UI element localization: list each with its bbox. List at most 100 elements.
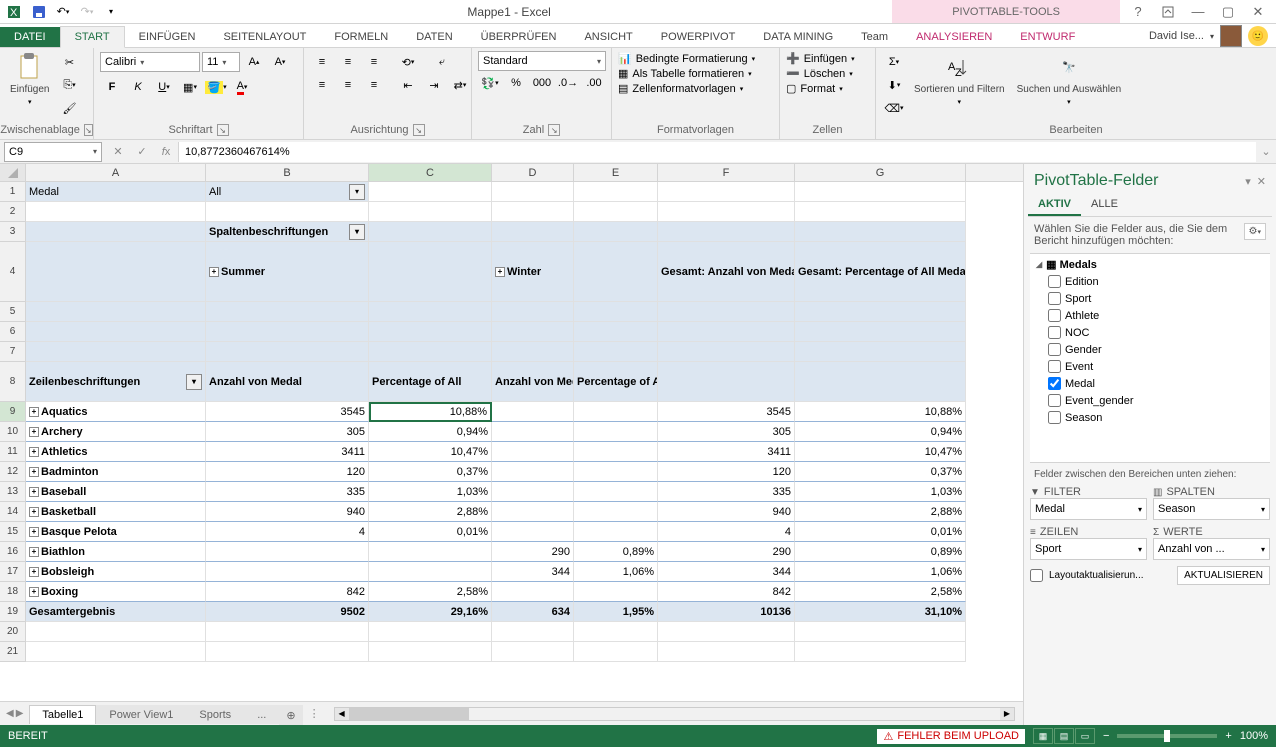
expand-icon[interactable]: +: [29, 427, 39, 437]
cut-icon[interactable]: ✂: [57, 51, 81, 73]
row-header[interactable]: 21: [0, 642, 26, 662]
excel-icon[interactable]: X: [4, 2, 26, 22]
sheet-tab-active[interactable]: Tabelle1: [29, 705, 96, 724]
align-left-icon[interactable]: ≡: [310, 74, 334, 96]
scroll-left-icon[interactable]: ◀: [335, 708, 349, 720]
accept-formula-icon[interactable]: ✓: [130, 142, 154, 162]
delete-cells-button[interactable]: ➖Löschen▾: [786, 66, 853, 81]
align-top-icon[interactable]: ≡: [310, 51, 334, 73]
area-values-box[interactable]: Anzahl von ...▾: [1153, 538, 1270, 560]
expand-icon[interactable]: +: [29, 527, 39, 537]
field-checkbox[interactable]: [1048, 275, 1061, 288]
row-header[interactable]: 17: [0, 562, 26, 582]
zoom-level[interactable]: 100%: [1240, 730, 1268, 742]
row-header[interactable]: 1: [0, 182, 26, 202]
currency-icon[interactable]: 💱▾: [478, 72, 502, 94]
sheet-tab[interactable]: Power View1: [96, 705, 186, 724]
column-header[interactable]: G: [795, 164, 966, 181]
zoom-out-icon[interactable]: −: [1103, 730, 1109, 742]
grid-body[interactable]: 1MedalAll▾23Spaltenbeschriftungen▾4+Summ…: [0, 182, 1023, 701]
pivot-row-label[interactable]: +Boxing: [26, 582, 206, 602]
view-pagelayout-icon[interactable]: ▤: [1054, 728, 1074, 744]
thousands-icon[interactable]: 000: [530, 72, 554, 94]
row-header[interactable]: 6: [0, 322, 26, 342]
fp-layout-gear-icon[interactable]: ⚙▾: [1244, 223, 1266, 240]
filter-icon[interactable]: ▾: [186, 374, 202, 390]
maximize-icon[interactable]: ▢: [1218, 2, 1238, 22]
row-header[interactable]: 19: [0, 602, 26, 622]
help-icon[interactable]: ?: [1128, 2, 1148, 22]
expand-icon[interactable]: +: [29, 447, 39, 457]
name-box[interactable]: C9▾: [4, 142, 102, 162]
field-item[interactable]: Medal: [1030, 375, 1270, 392]
dec-decimal-icon[interactable]: .00: [582, 72, 606, 94]
column-header[interactable]: C: [369, 164, 492, 181]
close-icon[interactable]: ✕: [1248, 2, 1268, 22]
horizontal-scrollbar[interactable]: ◀ ▶: [334, 707, 1015, 721]
avatar[interactable]: [1220, 25, 1242, 47]
row-header[interactable]: 20: [0, 622, 26, 642]
wrap-text-icon[interactable]: ⤶: [430, 51, 454, 73]
field-item[interactable]: Athlete: [1030, 307, 1270, 324]
ribbon-collapse-icon[interactable]: [1158, 2, 1178, 22]
expand-icon[interactable]: +: [29, 487, 39, 497]
row-header[interactable]: 8: [0, 362, 26, 402]
tab-seitenlayout[interactable]: SEITENLAYOUT: [209, 27, 320, 47]
formula-input[interactable]: [178, 142, 1256, 162]
field-item[interactable]: Event_gender: [1030, 392, 1270, 409]
pivot-row-label[interactable]: +Basque Pelota: [26, 522, 206, 542]
expand-icon[interactable]: +: [29, 467, 39, 477]
defer-layout-checkbox[interactable]: [1030, 569, 1043, 582]
row-header[interactable]: 2: [0, 202, 26, 222]
align-right-icon[interactable]: ≡: [362, 74, 386, 96]
fill-color-icon[interactable]: 🪣▾: [204, 76, 228, 98]
field-checkbox[interactable]: [1048, 360, 1061, 373]
autosum-icon[interactable]: Σ▾: [882, 51, 906, 73]
sort-filter-button[interactable]: AZ Sortieren und Filtern▾: [910, 51, 1009, 108]
tab-datamining[interactable]: DATA MINING: [749, 27, 847, 47]
inc-decimal-icon[interactable]: .0→: [556, 72, 580, 94]
row-labels-dropdown[interactable]: Zeilenbeschriftungen▾: [26, 362, 206, 402]
pane-options-icon[interactable]: ▾: [1245, 175, 1251, 188]
zoom-slider[interactable]: [1117, 734, 1217, 738]
save-icon[interactable]: [28, 2, 50, 22]
row-header[interactable]: 13: [0, 482, 26, 502]
border-icon[interactable]: ▦▾: [178, 76, 202, 98]
field-item[interactable]: Event: [1030, 358, 1270, 375]
tab-team[interactable]: Team: [847, 27, 902, 47]
field-list[interactable]: ◢ ▦ Medals Edition Sport Athlete NOC Gen…: [1030, 253, 1270, 463]
paste-button[interactable]: Einfügen ▾: [6, 51, 53, 108]
expand-formula-icon[interactable]: ⌄: [1256, 145, 1276, 158]
fx-icon[interactable]: fx: [154, 142, 178, 162]
format-as-table-button[interactable]: ▦Als Tabelle formatieren▾: [618, 66, 752, 81]
font-color-icon[interactable]: A▾: [230, 76, 254, 98]
tab-analysieren[interactable]: ANALYSIEREN: [902, 27, 1006, 47]
tab-daten[interactable]: DATEN: [402, 27, 466, 47]
percent-icon[interactable]: %: [504, 72, 528, 94]
pivot-row-label[interactable]: +Baseball: [26, 482, 206, 502]
row-header[interactable]: 16: [0, 542, 26, 562]
dialog-launcher-icon[interactable]: ↘: [413, 124, 425, 136]
upload-error-badge[interactable]: ⚠FEHLER BEIM UPLOAD: [877, 729, 1025, 744]
conditional-format-button[interactable]: 📊Bedingte Formatierung▾: [618, 51, 755, 66]
redo-icon[interactable]: ↷▾: [76, 2, 98, 22]
format-painter-icon[interactable]: 🖌: [57, 97, 81, 119]
field-checkbox[interactable]: [1048, 411, 1061, 424]
tab-powerpivot[interactable]: POWERPIVOT: [647, 27, 750, 47]
new-sheet-icon[interactable]: ⊕: [279, 705, 302, 725]
column-header[interactable]: D: [492, 164, 574, 181]
increase-font-icon[interactable]: A▴: [242, 51, 266, 73]
feedback-icon[interactable]: 🙂: [1248, 26, 1268, 46]
view-pagebreak-icon[interactable]: ▭: [1075, 728, 1095, 744]
indent-dec-icon[interactable]: ⇤: [396, 74, 420, 96]
field-checkbox[interactable]: [1048, 343, 1061, 356]
field-checkbox[interactable]: [1048, 292, 1061, 305]
tab-einfuegen[interactable]: EINFÜGEN: [125, 27, 210, 47]
field-item[interactable]: Sport: [1030, 290, 1270, 307]
expand-icon[interactable]: +: [29, 547, 39, 557]
field-item[interactable]: Season: [1030, 409, 1270, 426]
tab-formeln[interactable]: FORMELN: [320, 27, 402, 47]
pivot-filter-dropdown[interactable]: All▾: [206, 182, 369, 202]
expand-icon[interactable]: +: [29, 407, 39, 417]
pivot-row-label[interactable]: +Badminton: [26, 462, 206, 482]
